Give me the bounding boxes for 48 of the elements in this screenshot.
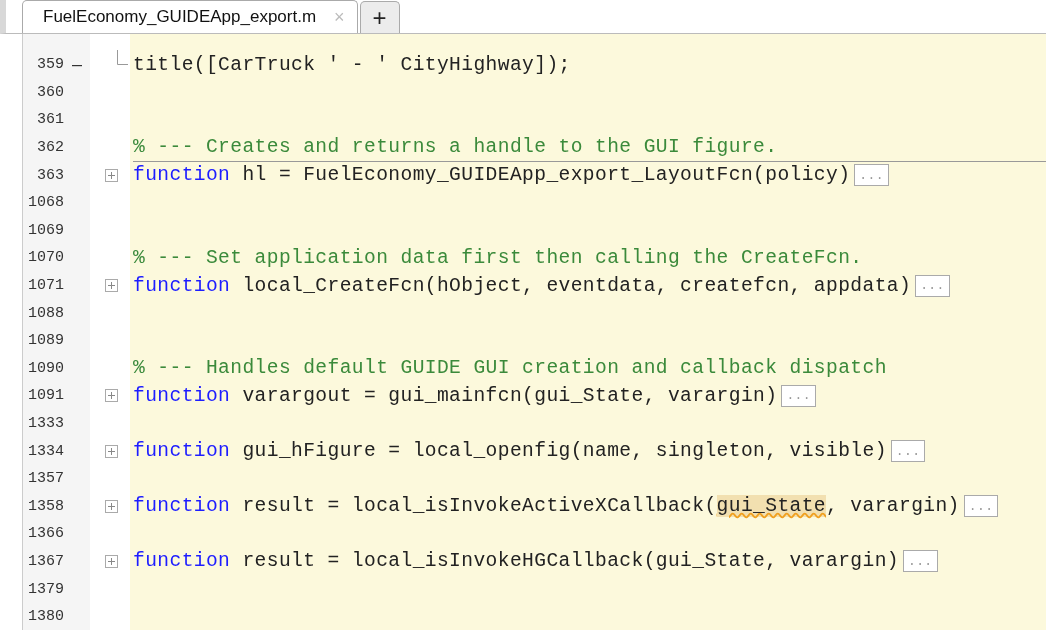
code-line: function hl = FuelEconomy_GUIDEApp_export_LayoutFcn(policy) ...: [133, 161, 1046, 189]
line-number: 1333: [27, 415, 64, 432]
code-line: function result = local_isInvokeHGCallback(gui_State, varargin) ...: [133, 547, 1046, 576]
line-number: 363: [36, 166, 64, 184]
line-number: 362: [36, 139, 64, 157]
folded-code-button[interactable]: ...: [854, 164, 889, 187]
line-number: 1070: [27, 249, 64, 267]
code-comment: % --- Handles default GUIDE GUI creation and callback dispatch: [133, 356, 888, 382]
close-tab-button[interactable]: ×: [334, 6, 345, 28]
folded-code-button[interactable]: ...: [781, 384, 816, 407]
code-line: function gui_hFigure = local_openfig(name, singleton, visible) ...: [133, 437, 1046, 465]
code-comment: % --- Set application data first then calling the CreateFcn.: [133, 245, 864, 271]
line-number: 1068: [27, 194, 64, 212]
folded-code-button[interactable]: ...: [963, 495, 999, 518]
expand-icon[interactable]: [105, 499, 118, 513]
line-number: 1366: [27, 525, 64, 543]
line-number: 1358: [27, 497, 64, 515]
line-number: 360: [36, 83, 64, 101]
expand-icon[interactable]: [105, 279, 118, 293]
new-tab-button[interactable]: +: [359, 1, 400, 33]
code-line: function result = local_isInvokeActiveXCallback(gui_State, varargin) ...: [133, 492, 1046, 521]
folded-code-button[interactable]: ...: [902, 550, 938, 573]
line-number: 1071: [27, 277, 64, 295]
breakpoint-marker[interactable]: –: [64, 54, 90, 76]
expand-icon[interactable]: [105, 444, 118, 458]
line-number: 1090: [27, 359, 64, 377]
expand-icon[interactable]: [105, 555, 118, 568]
line-number: 1334: [27, 442, 64, 460]
code-line: title([CarTruck ' - ' CityHighway]);: [133, 52, 572, 78]
folded-code-button[interactable]: ...: [915, 274, 950, 297]
line-number: 359: [36, 56, 64, 74]
line-number: 1089: [27, 332, 64, 350]
expand-icon[interactable]: [105, 168, 118, 182]
line-number: 1367: [27, 553, 64, 570]
file-tab[interactable]: FuelEconomy_GUIDEApp_export.m ×: [22, 0, 358, 33]
line-number: 361: [36, 111, 64, 129]
code-line: function varargout = gui_mainfcn(gui_State, varargin) ...: [133, 382, 1046, 410]
line-number: 1069: [27, 221, 64, 239]
expand-icon[interactable]: [105, 389, 118, 403]
line-number: 1380: [27, 608, 64, 626]
code-line: function local_CreateFcn(hObject, eventdata, createfcn, appdata) ...: [133, 271, 1046, 300]
line-number: 1091: [27, 387, 64, 405]
tab-label: FuelEconomy_GUIDEApp_export.m: [43, 7, 317, 27]
folded-code-button[interactable]: ...: [890, 440, 926, 463]
line-number: 1088: [27, 304, 64, 322]
line-number: 1379: [27, 580, 64, 598]
line-number: 1357: [27, 470, 64, 488]
code-comment: % --- Creates and returns a handle to the GUI figure.: [133, 133, 1046, 162]
